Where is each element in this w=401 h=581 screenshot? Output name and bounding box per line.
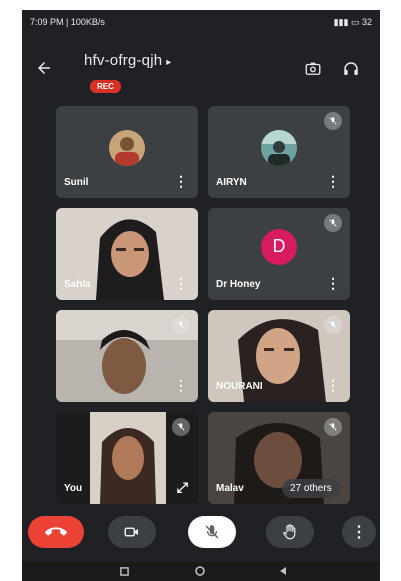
back-nav-icon[interactable] xyxy=(276,566,288,576)
status-left: 7:09 PM | 100KB/s xyxy=(30,17,105,27)
headphones-icon[interactable] xyxy=(340,58,362,80)
mic-off-icon xyxy=(324,112,342,130)
more-vert-icon[interactable]: ⋮ xyxy=(174,275,188,292)
participant-tile-malav[interactable]: Malav 27 others xyxy=(208,412,350,504)
status-time: 7:09 PM xyxy=(30,17,64,27)
status-network-speed: 100KB/s xyxy=(70,17,105,27)
more-vert-icon[interactable]: ⋮ xyxy=(326,275,340,292)
call-controls: ⋮ xyxy=(22,510,380,560)
participant-name: AIRYN xyxy=(216,177,247,188)
home-icon[interactable] xyxy=(194,566,206,576)
battery-level: 32 xyxy=(361,17,372,27)
avatar xyxy=(261,130,297,167)
others-count-badge[interactable]: 27 others xyxy=(282,479,340,498)
meeting-code[interactable]: hfv-ofrg-qjh ▸ xyxy=(84,52,172,69)
mic-off-icon xyxy=(324,316,342,334)
status-bar: 7:09 PM | 100KB/s ▮▮▮ ▭ 32 xyxy=(22,10,380,34)
avatar xyxy=(109,130,145,167)
chevron-right-icon: ▸ xyxy=(166,57,172,68)
participant-name: Malav xyxy=(216,483,244,494)
more-options-icon: ⋮ xyxy=(351,524,367,541)
battery-icon: ▭ xyxy=(350,17,360,27)
expand-icon[interactable]: ⤢ xyxy=(177,479,188,496)
arrow-left-icon[interactable] xyxy=(32,56,56,80)
participant-tile-airyn[interactable]: AIRYN ⋮ xyxy=(208,106,350,198)
more-vert-icon[interactable]: ⋮ xyxy=(326,173,340,190)
raise-hand-button[interactable] xyxy=(266,516,314,548)
participant-tile-5[interactable]: ⋮ xyxy=(56,310,198,402)
participant-tile-sahla[interactable]: Sahla ⋮ xyxy=(56,208,198,300)
mic-off-icon xyxy=(172,316,190,334)
meet-screen: 7:09 PM | 100KB/s ▮▮▮ ▭ 32 hfv-ofrg-qjh ▸… xyxy=(22,10,380,581)
meeting-header: hfv-ofrg-qjh ▸ REC xyxy=(22,38,380,100)
mic-off-icon xyxy=(205,525,219,539)
participant-name: You xyxy=(64,483,83,494)
meeting-code-text: hfv-ofrg-qjh xyxy=(84,52,163,69)
mic-off-icon xyxy=(172,418,190,436)
status-right: ▮▮▮ ▭ 32 xyxy=(334,17,372,28)
participant-name: Dr Honey xyxy=(216,279,261,290)
raise-hand-icon xyxy=(283,524,296,540)
more-vert-icon[interactable]: ⋮ xyxy=(174,173,188,190)
participant-tile-dr-honey[interactable]: D Dr Honey ⋮ xyxy=(208,208,350,300)
camera-toggle-button[interactable] xyxy=(108,516,156,548)
more-vert-icon[interactable]: ⋮ xyxy=(174,377,188,394)
mic-off-icon xyxy=(324,214,342,232)
switch-camera-icon[interactable] xyxy=(302,58,324,80)
mic-toggle-button[interactable] xyxy=(188,516,236,548)
participant-tile-sunil[interactable]: Sunil ⋮ xyxy=(56,106,198,198)
end-call-icon xyxy=(45,527,67,536)
avatar: D xyxy=(261,228,297,265)
system-nav-bar xyxy=(22,562,380,581)
recents-icon[interactable] xyxy=(118,566,130,576)
more-vert-icon[interactable]: ⋮ xyxy=(326,377,340,394)
recording-badge: REC xyxy=(90,80,121,93)
participant-name: Sahla xyxy=(64,279,91,290)
end-call-button[interactable] xyxy=(28,516,84,548)
participant-name: NOURANI xyxy=(216,381,263,392)
participant-tile-you[interactable]: You ⤢ xyxy=(56,412,198,504)
camera-icon xyxy=(124,527,138,537)
signal-icon: ▮▮▮ xyxy=(333,17,349,27)
mic-off-icon xyxy=(324,418,342,436)
participant-grid: Sunil ⋮ AIRYN ⋮ Sahla ⋮ D Dr Honey ⋮ ⋮ N… xyxy=(56,106,380,504)
participant-name: Sunil xyxy=(64,177,89,188)
participant-tile-nourani[interactable]: NOURANI ⋮ xyxy=(208,310,350,402)
more-options-button[interactable]: ⋮ xyxy=(342,516,376,548)
